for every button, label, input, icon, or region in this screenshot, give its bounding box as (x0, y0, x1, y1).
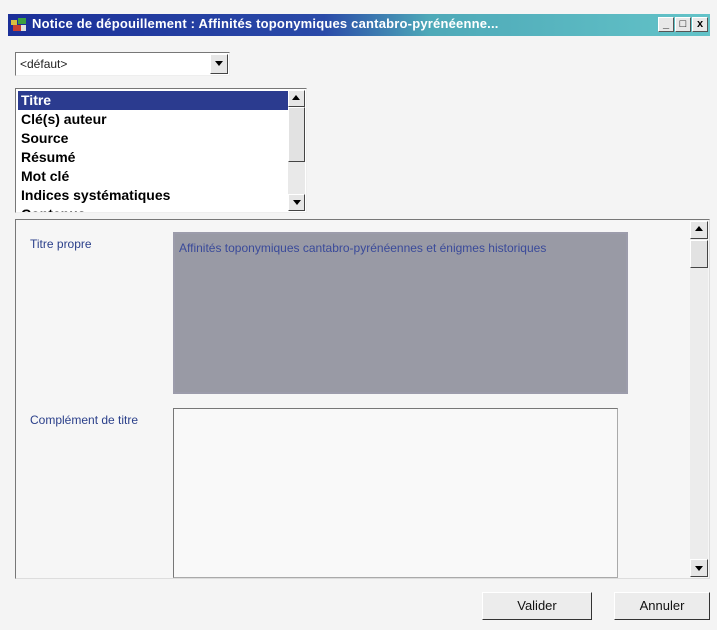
list-item-indices[interactable]: Indices systématiques (18, 186, 288, 205)
view-select-value: <défaut> (20, 57, 68, 71)
minimize-icon: _ (662, 18, 670, 30)
arrow-up-icon (695, 226, 703, 231)
list-item-contenus[interactable]: Contenus (18, 205, 288, 212)
form-scroll-down-button[interactable] (690, 559, 708, 577)
list-item-titre[interactable]: Titre (18, 91, 288, 110)
sections-listbox[interactable]: Titre Clé(s) auteur Source Résumé Mot cl… (15, 88, 307, 213)
maximize-button[interactable]: □ (675, 17, 691, 32)
list-scrollbar[interactable] (288, 90, 305, 211)
window-title: Notice de dépouillement : Affinités topo… (32, 16, 499, 31)
app-icon (11, 18, 26, 31)
validate-button[interactable]: Valider (482, 592, 592, 620)
complement-titre-label: Complément de titre (30, 413, 139, 427)
complement-titre-field[interactable] (173, 408, 618, 578)
list-scroll-up-button[interactable] (288, 90, 305, 107)
view-select-button[interactable] (210, 54, 228, 74)
form-scrollbar[interactable] (690, 221, 708, 577)
cancel-button[interactable]: Annuler (614, 592, 710, 620)
arrow-down-icon (293, 200, 301, 205)
list-item-cles-auteur[interactable]: Clé(s) auteur (18, 110, 288, 129)
form-scroll-thumb[interactable] (690, 240, 708, 268)
minimize-button[interactable]: _ (658, 17, 674, 32)
list-scroll-down-button[interactable] (288, 194, 305, 211)
view-select[interactable]: <défaut> (15, 52, 230, 76)
titre-propre-value: Affinités toponymiques cantabro-pyrénéen… (179, 241, 547, 255)
maximize-icon: □ (679, 18, 687, 30)
close-icon: x (696, 18, 704, 30)
list-item-source[interactable]: Source (18, 129, 288, 148)
form-panel: Titre propre Affinités toponymiques cant… (15, 219, 710, 579)
form-scroll-up-button[interactable] (690, 221, 708, 239)
list-item-mot-cle[interactable]: Mot clé (18, 167, 288, 186)
list-scroll-thumb[interactable] (288, 107, 305, 162)
chevron-down-icon (215, 61, 223, 66)
title-bar[interactable]: Notice de dépouillement : Affinités topo… (8, 14, 710, 36)
titre-propre-field[interactable]: Affinités toponymiques cantabro-pyrénéen… (173, 232, 628, 394)
dialog-window: Notice de dépouillement : Affinités topo… (0, 0, 717, 630)
titre-propre-label: Titre propre (30, 237, 92, 251)
arrow-up-icon (292, 95, 300, 100)
list-item-resume[interactable]: Résumé (18, 148, 288, 167)
arrow-down-icon (695, 566, 703, 571)
close-button[interactable]: x (692, 17, 708, 32)
